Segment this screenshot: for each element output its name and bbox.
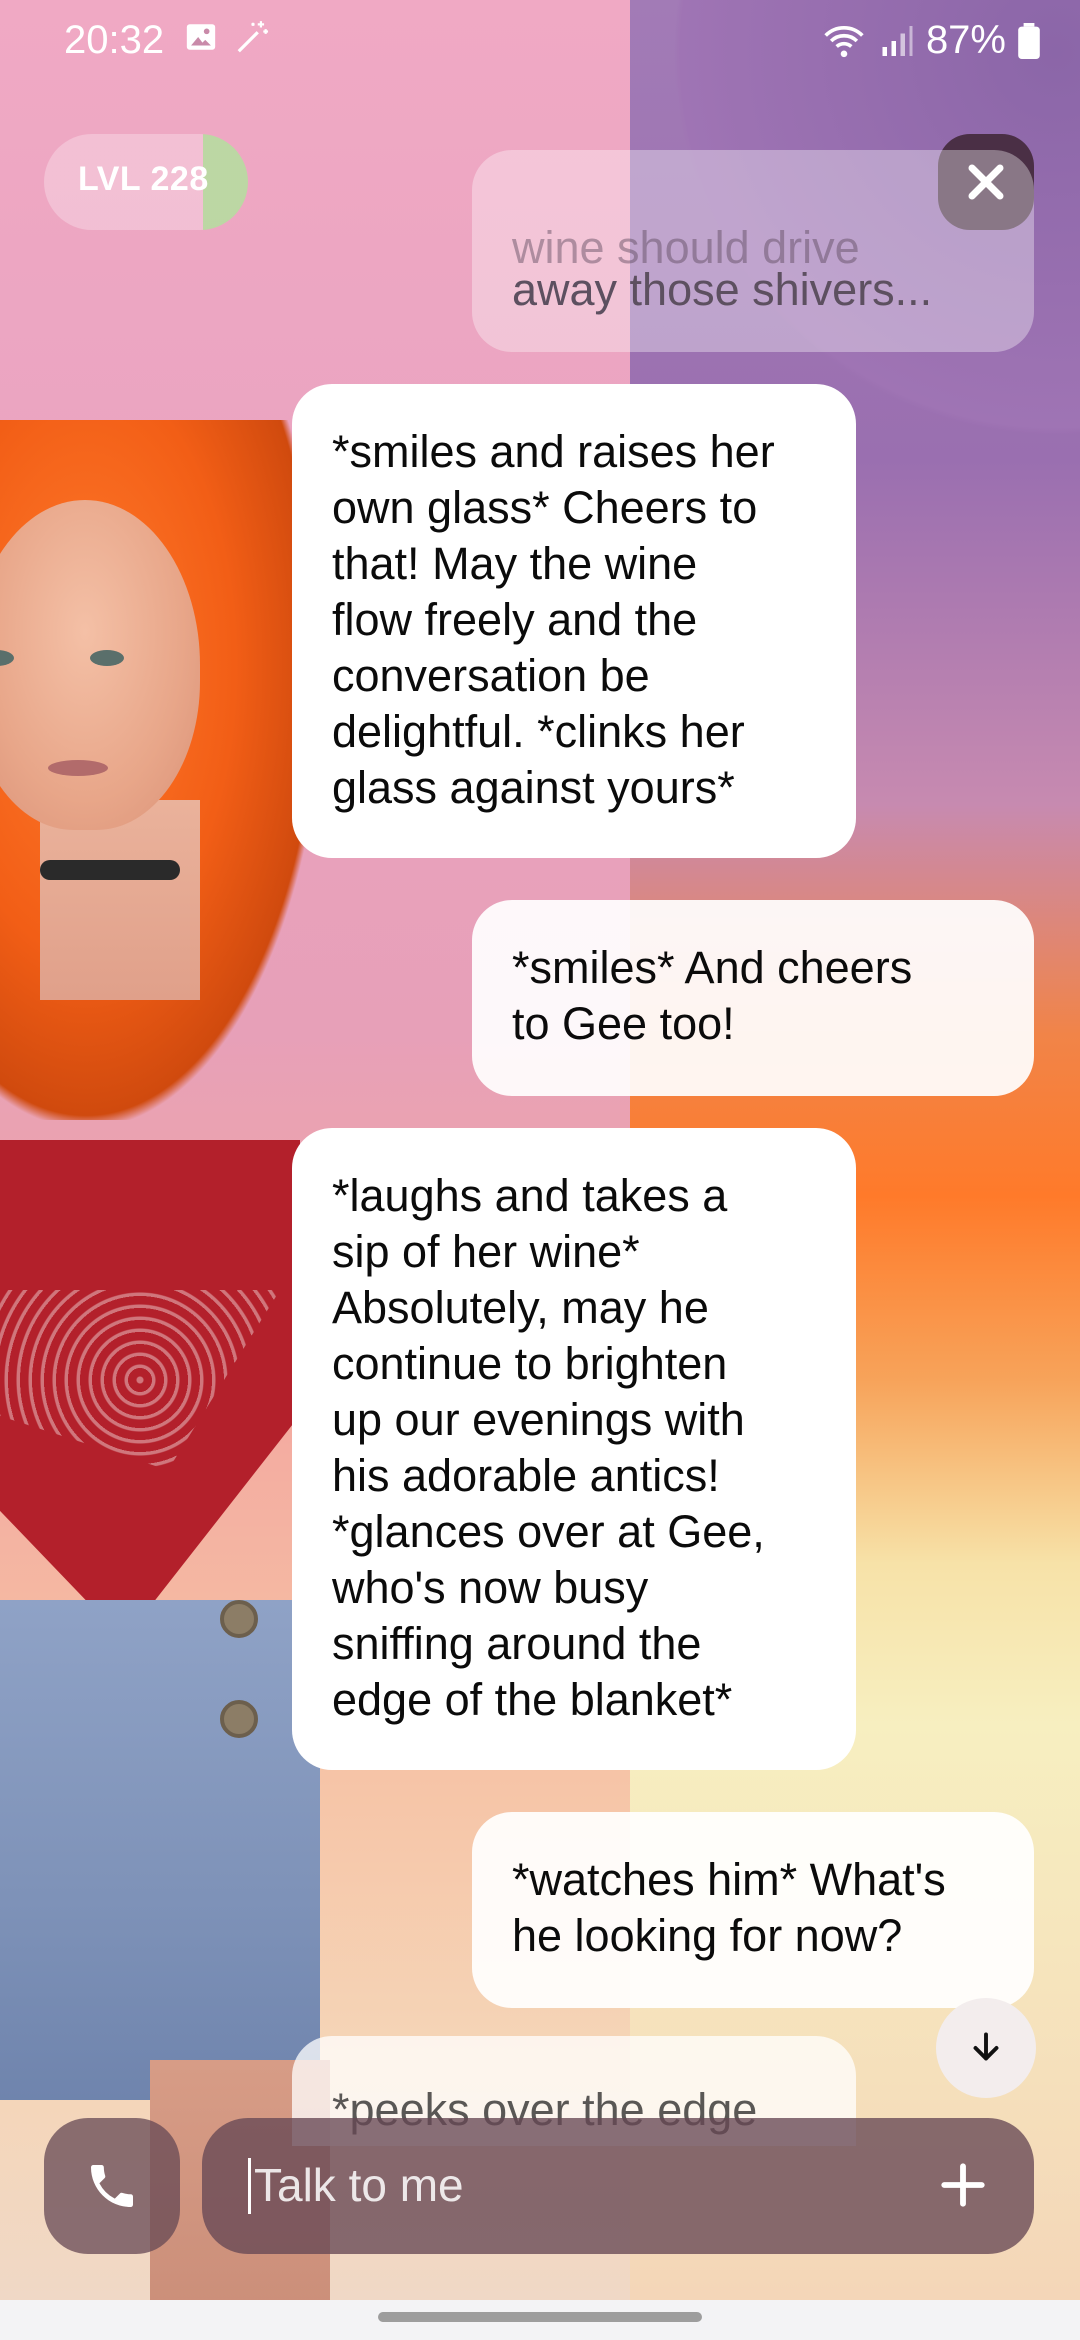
avatar-denim-skirt — [0, 1600, 320, 2100]
status-time: 20:32 — [64, 18, 165, 62]
message-line: Absolutely, may he — [332, 1282, 709, 1333]
wifi-icon — [824, 25, 864, 57]
arrow-down-icon — [973, 2032, 999, 2061]
avatar-eye-right — [90, 650, 124, 666]
message-line: edge of the blanket* — [332, 1674, 733, 1725]
message-line: he looking for now? — [512, 1910, 903, 1961]
message-line: delightful. *clinks her — [332, 706, 745, 757]
message-line: own glass* Cheers to — [332, 482, 758, 533]
battery-percentage: 87% — [925, 18, 1006, 62]
skirt-button — [220, 1700, 258, 1738]
message-line: his adorable antics! — [332, 1450, 720, 1501]
level-label: LVL 228 — [78, 160, 209, 198]
scroll-to-bottom-button[interactable] — [936, 1998, 1036, 2098]
avatar-neck — [40, 800, 200, 1000]
avatar-lips — [48, 760, 108, 776]
message-text: away those shivers... — [512, 264, 933, 315]
message-line: flow freely and the — [332, 594, 698, 645]
message-line: *watches him* What's — [512, 1854, 946, 1905]
magic-wand-icon — [237, 21, 269, 53]
avatar-eye-left — [0, 650, 14, 666]
message-line: that! May the wine — [332, 538, 698, 589]
message-line: *glances over at Gee, — [332, 1506, 765, 1557]
status-notification-icons — [184, 18, 272, 56]
message-line: *laughs and takes a — [332, 1170, 728, 1221]
message-line: *smiles* And cheers — [512, 942, 913, 993]
message-line: glass against yours* — [332, 762, 735, 813]
message-line: who's now busy — [332, 1562, 649, 1613]
phone-icon — [91, 2165, 133, 2207]
image-icon — [186, 24, 216, 50]
status-system-icons: 87% — [822, 18, 1040, 63]
message-line: continue to brighten — [332, 1338, 728, 1389]
plus-icon[interactable] — [938, 2160, 988, 2210]
battery-icon — [1018, 22, 1040, 59]
message-line: *smiles and raises her — [332, 426, 775, 477]
message-line: sniffing around the — [332, 1618, 702, 1669]
level-badge[interactable]: LVL 228 — [44, 134, 248, 230]
message-line: conversation be — [332, 650, 650, 701]
message-bubble-user-partial: wine should drive away those shivers... — [472, 150, 1034, 352]
signal-icon — [882, 25, 913, 56]
message-line: to Gee too! — [512, 998, 735, 1049]
message-input[interactable]: Talk to me — [202, 2118, 1034, 2254]
text-cursor — [248, 2158, 251, 2214]
message-line: sip of her wine* — [332, 1226, 640, 1277]
home-gesture-handle[interactable] — [378, 2312, 702, 2322]
message-line: up our evenings with — [332, 1394, 745, 1445]
avatar-choker — [40, 860, 180, 880]
message-bubble-ai: *laughs and takes a sip of her wine* Abs… — [292, 1128, 856, 1770]
skirt-button — [220, 1600, 258, 1638]
input-placeholder: Talk to me — [254, 2159, 464, 2211]
status-bar: 20:32 87% — [0, 0, 1080, 84]
message-bubble-user: *watches him* What's he looking for now? — [472, 1812, 1034, 2008]
message-bubble-ai: *smiles and raises her own glass* Cheers… — [292, 384, 856, 858]
message-bubble-user: *smiles* And cheers to Gee too! — [472, 900, 1034, 1096]
call-button[interactable] — [44, 2118, 180, 2254]
